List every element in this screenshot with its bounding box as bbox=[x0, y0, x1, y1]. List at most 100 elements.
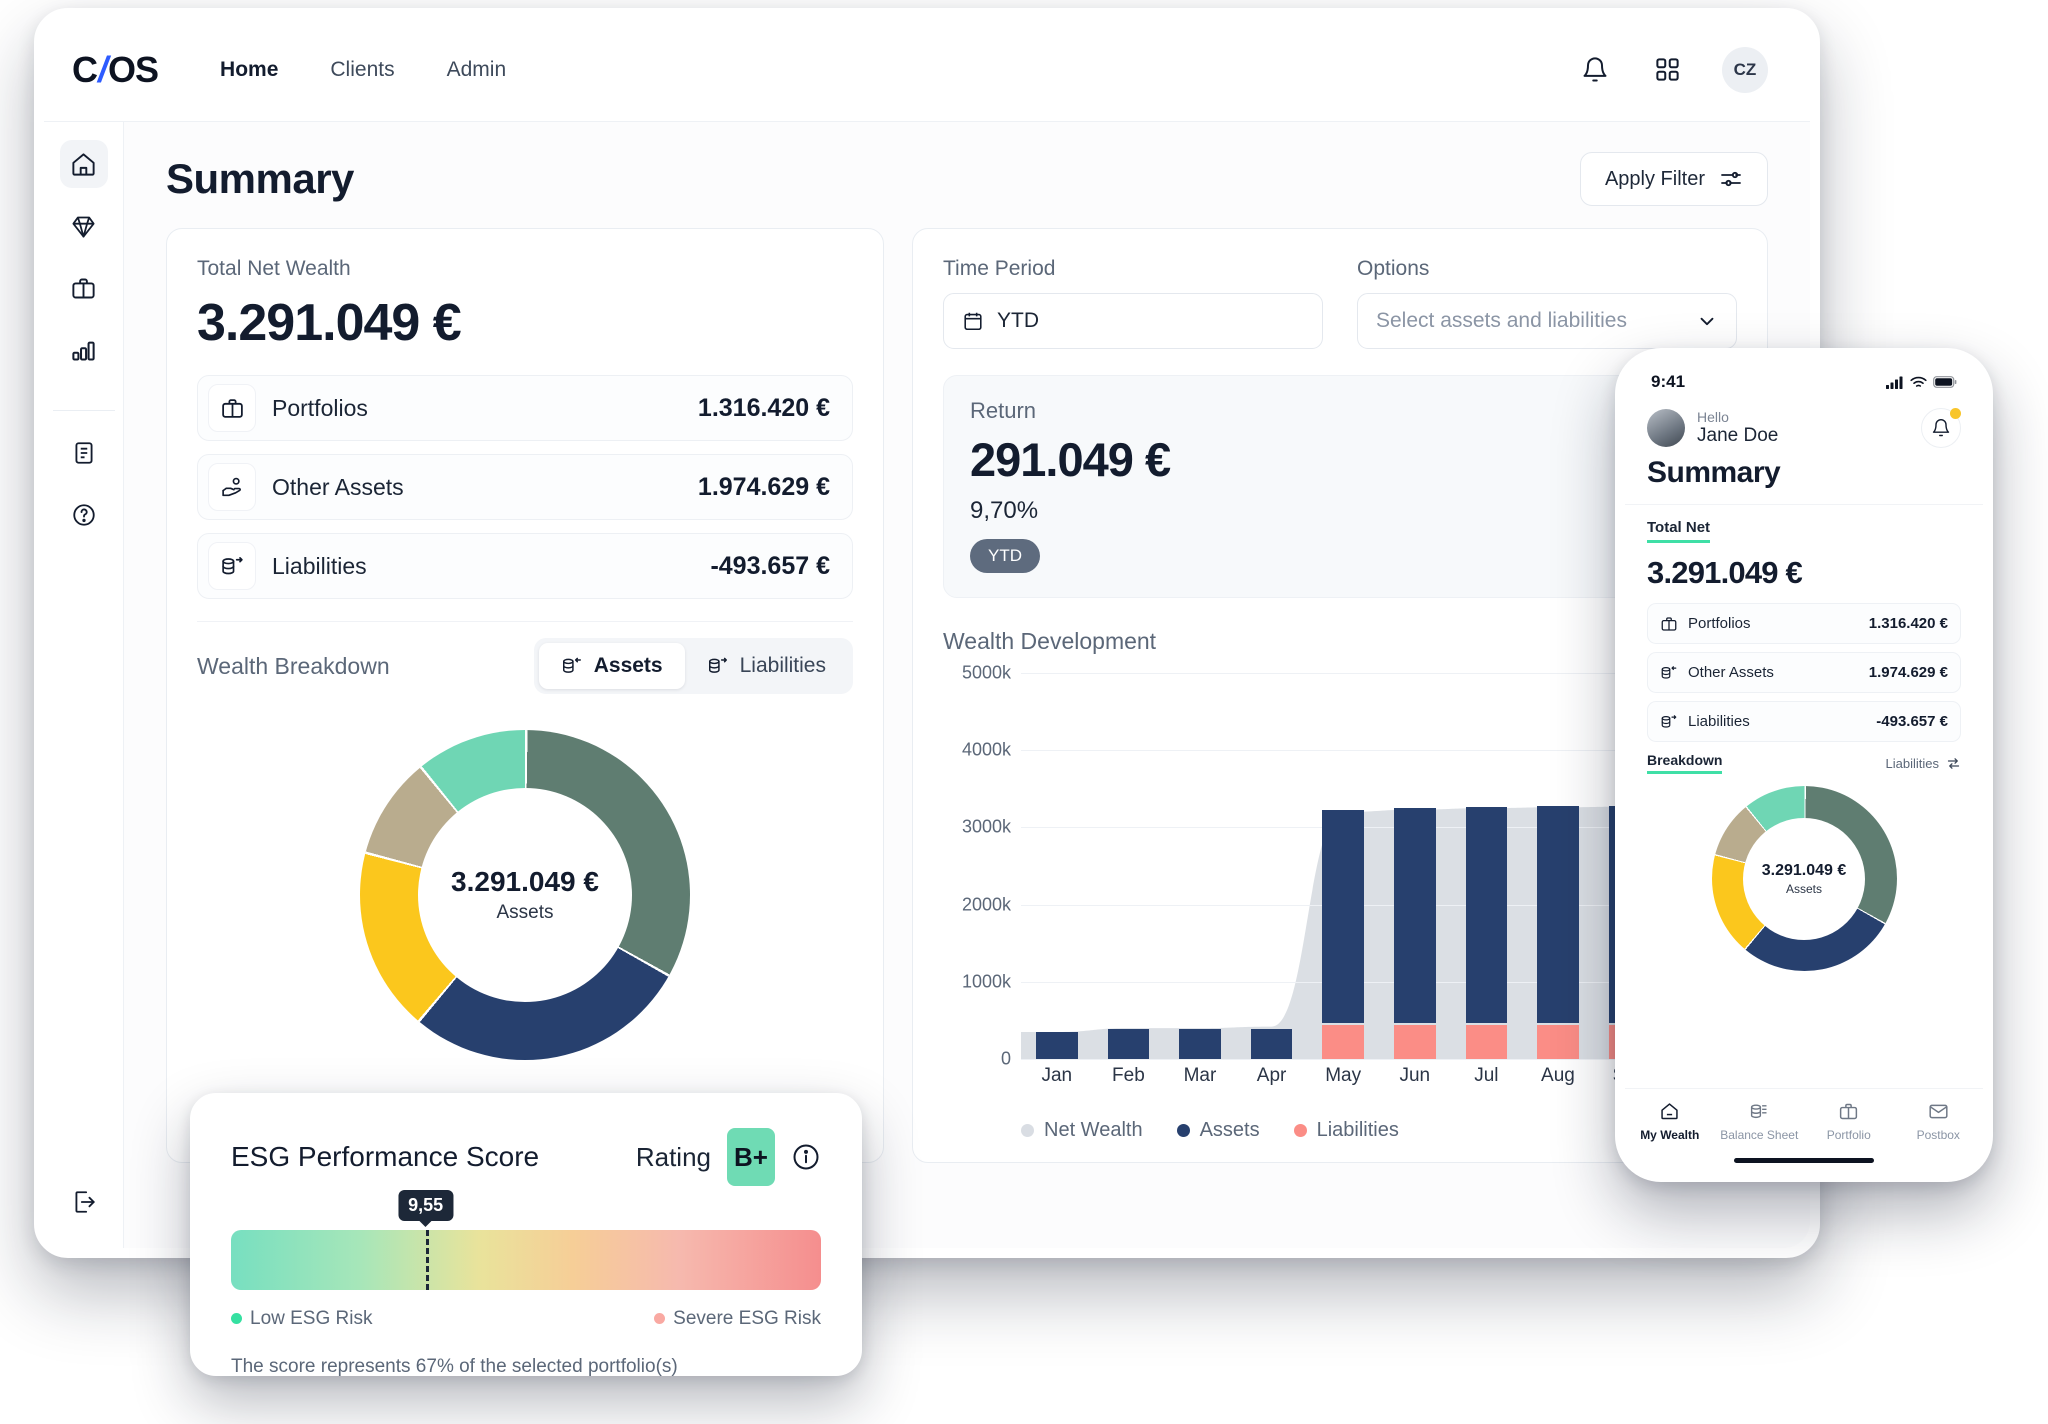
bell-icon bbox=[1931, 418, 1951, 438]
stacked-bar bbox=[1537, 806, 1579, 1059]
legend-item[interactable]: Liabilities bbox=[1294, 1119, 1399, 1142]
apply-filter-button[interactable]: Apply Filter bbox=[1580, 152, 1768, 206]
notifications-button[interactable] bbox=[1578, 53, 1612, 87]
bar-column[interactable] bbox=[1093, 673, 1165, 1059]
toggle-assets[interactable]: Assets bbox=[539, 643, 685, 689]
home-icon bbox=[70, 151, 97, 178]
status-indicators bbox=[1886, 376, 1957, 389]
tab-breakdown[interactable]: Breakdown bbox=[1647, 752, 1722, 774]
net-wealth-card: Total Net Wealth 3.291.049 € Portfolios … bbox=[166, 228, 884, 1163]
wealth-breakdown-chart: 3.291.049 € Assets bbox=[197, 694, 853, 1078]
options-select[interactable]: Select assets and liabilities bbox=[1357, 293, 1737, 349]
stacked-bar bbox=[1036, 1032, 1078, 1059]
briefcase-icon bbox=[70, 275, 97, 302]
tab-total-net[interactable]: Total Net bbox=[1647, 519, 1710, 543]
legend-item[interactable]: Net Wealth bbox=[1021, 1119, 1143, 1142]
donut-chart[interactable]: 3.291.049 € Assets bbox=[360, 730, 690, 1060]
bottom-nav-balance-sheet[interactable]: Balance Sheet bbox=[1715, 1101, 1805, 1142]
list-item-value: 1.316.420 € bbox=[1869, 615, 1948, 632]
bar-segment-assets bbox=[1108, 1029, 1150, 1059]
donut-chart[interactable]: 3.291.049 € Assets bbox=[1712, 786, 1897, 971]
mobile-breakdown-header: Breakdown Liabilities bbox=[1647, 752, 1961, 774]
page-title: Summary bbox=[166, 155, 354, 203]
bar-column[interactable] bbox=[1379, 673, 1451, 1059]
return-percent: 9,70% bbox=[970, 497, 1710, 525]
sidebar-item-logout[interactable] bbox=[60, 1178, 108, 1226]
notification-badge bbox=[1950, 408, 1961, 419]
bar-segment-assets bbox=[1251, 1029, 1293, 1059]
avatar[interactable] bbox=[1647, 409, 1685, 447]
mobile-notifications-button[interactable] bbox=[1921, 408, 1961, 448]
info-icon[interactable] bbox=[791, 1142, 821, 1172]
row-label: Portfolios bbox=[272, 395, 368, 422]
coins-out-icon bbox=[1660, 713, 1678, 731]
list-item[interactable]: Liabilities -493.657 € bbox=[1647, 701, 1961, 742]
bar-column[interactable] bbox=[1236, 673, 1308, 1059]
y-axis-tick: 4000k bbox=[962, 740, 1011, 761]
bar-column[interactable] bbox=[1307, 673, 1379, 1059]
x-axis-tick: Jun bbox=[1379, 1065, 1451, 1087]
filters-row: Time Period YTD Options Select bbox=[943, 257, 1737, 349]
table-row[interactable]: Portfolios 1.316.420 € bbox=[197, 375, 853, 441]
sidebar-item-portfolio[interactable] bbox=[60, 264, 108, 312]
avatar[interactable]: CZ bbox=[1722, 47, 1768, 93]
app-logo[interactable]: C/OS bbox=[72, 49, 158, 91]
table-row[interactable]: Other Assets 1.974.629 € bbox=[197, 454, 853, 520]
sidebar-item-reports[interactable] bbox=[60, 326, 108, 374]
mobile-total-amount: 3.291.049 € bbox=[1647, 555, 1961, 591]
esg-score-card: ESG Performance Score Rating B+ 9,55 Low… bbox=[190, 1093, 862, 1376]
esg-title: ESG Performance Score bbox=[231, 1141, 539, 1173]
x-axis-tick: Jan bbox=[1021, 1065, 1093, 1087]
sidebar-item-documents[interactable] bbox=[60, 429, 108, 477]
esg-gradient-bar[interactable] bbox=[231, 1230, 821, 1290]
x-axis-tick: Feb bbox=[1093, 1065, 1165, 1087]
document-icon bbox=[71, 440, 97, 466]
x-axis-tick: May bbox=[1307, 1065, 1379, 1087]
bar-column[interactable] bbox=[1522, 673, 1594, 1059]
esg-note: The score represents 67% of the selected… bbox=[231, 1356, 821, 1378]
chevron-down-icon bbox=[1696, 310, 1718, 332]
bar-column[interactable] bbox=[1164, 673, 1236, 1059]
mobile-breakdown-chart: 3.291.049 € Assets bbox=[1647, 786, 1961, 971]
sidebar-item-help[interactable] bbox=[60, 491, 108, 539]
bottom-nav-label: My Wealth bbox=[1640, 1128, 1699, 1142]
status-time: 9:41 bbox=[1651, 372, 1685, 392]
bar-segment-liabilities bbox=[1322, 1025, 1364, 1059]
bottom-nav-portfolio[interactable]: Portfolio bbox=[1804, 1101, 1894, 1142]
nav-item-home[interactable]: Home bbox=[220, 58, 278, 82]
time-period-group: Time Period YTD bbox=[943, 257, 1323, 349]
sidebar-item-wealth[interactable] bbox=[60, 202, 108, 250]
nav-item-admin[interactable]: Admin bbox=[447, 58, 507, 82]
sidebar-item-home[interactable] bbox=[60, 140, 108, 188]
row-label: Other Assets bbox=[272, 474, 404, 501]
bottom-nav-postbox[interactable]: Postbox bbox=[1894, 1101, 1984, 1142]
toggle-assets-label: Assets bbox=[594, 654, 663, 678]
table-row[interactable]: Liabilities -493.657 € bbox=[197, 533, 853, 599]
bottom-nav-my-wealth[interactable]: My Wealth bbox=[1625, 1101, 1715, 1142]
bar-column[interactable] bbox=[1021, 673, 1093, 1059]
bar-segment-assets bbox=[1322, 810, 1364, 1023]
esg-legend: Low ESG Risk Severe ESG Risk bbox=[231, 1308, 821, 1330]
esg-header: ESG Performance Score Rating B+ bbox=[231, 1128, 821, 1186]
primary-nav: Home Clients Admin bbox=[220, 58, 506, 82]
coins-out-icon bbox=[220, 554, 245, 579]
legend-label: Liabilities bbox=[1317, 1119, 1399, 1142]
bar-column[interactable] bbox=[1451, 673, 1523, 1059]
esg-gauge: 9,55 bbox=[231, 1230, 821, 1290]
page-content: Summary Apply Filter Total Net Wealth 3.… bbox=[124, 122, 1810, 1248]
list-item-label: Other Assets bbox=[1688, 664, 1774, 681]
user-name: Jane Doe bbox=[1697, 425, 1778, 447]
list-item[interactable]: Other Assets 1.974.629 € bbox=[1647, 652, 1961, 693]
coins-icon bbox=[1749, 1101, 1770, 1122]
breakdown-switch[interactable]: Liabilities bbox=[1886, 756, 1961, 771]
time-period-select[interactable]: YTD bbox=[943, 293, 1323, 349]
nav-item-clients[interactable]: Clients bbox=[330, 58, 394, 82]
legend-item[interactable]: Assets bbox=[1177, 1119, 1260, 1142]
bar-segment-assets bbox=[1537, 806, 1579, 1023]
esg-low-label: Low ESG Risk bbox=[250, 1308, 372, 1329]
cellular-signal-icon bbox=[1886, 376, 1904, 389]
apps-button[interactable] bbox=[1650, 53, 1684, 87]
donut-center-label: Assets bbox=[1786, 882, 1822, 896]
toggle-liabilities[interactable]: Liabilities bbox=[685, 643, 848, 689]
list-item[interactable]: Portfolios 1.316.420 € bbox=[1647, 603, 1961, 644]
